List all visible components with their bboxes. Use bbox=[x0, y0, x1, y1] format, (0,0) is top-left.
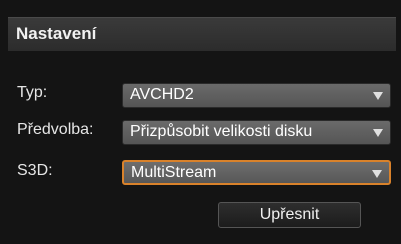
settings-panel: Nastavení Typ: AVCHD2 Předvolba: Přizpůs… bbox=[0, 0, 401, 244]
type-select[interactable]: AVCHD2 bbox=[122, 83, 391, 108]
type-label: Typ: bbox=[17, 84, 48, 101]
type-select-value: AVCHD2 bbox=[130, 86, 194, 103]
s3d-select-value: MultiStream bbox=[131, 164, 217, 181]
panel-header: Nastavení bbox=[8, 17, 396, 51]
refine-button[interactable]: Upřesnit bbox=[218, 202, 361, 228]
chevron-down-icon bbox=[373, 92, 383, 100]
s3d-select[interactable]: MultiStream bbox=[122, 160, 391, 185]
preset-select[interactable]: Přizpůsobit velikosti disku bbox=[122, 120, 391, 145]
chevron-down-icon bbox=[372, 170, 382, 178]
preset-label: Předvolba: bbox=[17, 121, 94, 138]
preset-select-value: Přizpůsobit velikosti disku bbox=[130, 123, 313, 140]
s3d-label: S3D: bbox=[17, 162, 53, 179]
chevron-down-icon bbox=[373, 129, 383, 137]
panel-title: Nastavení bbox=[16, 24, 97, 43]
